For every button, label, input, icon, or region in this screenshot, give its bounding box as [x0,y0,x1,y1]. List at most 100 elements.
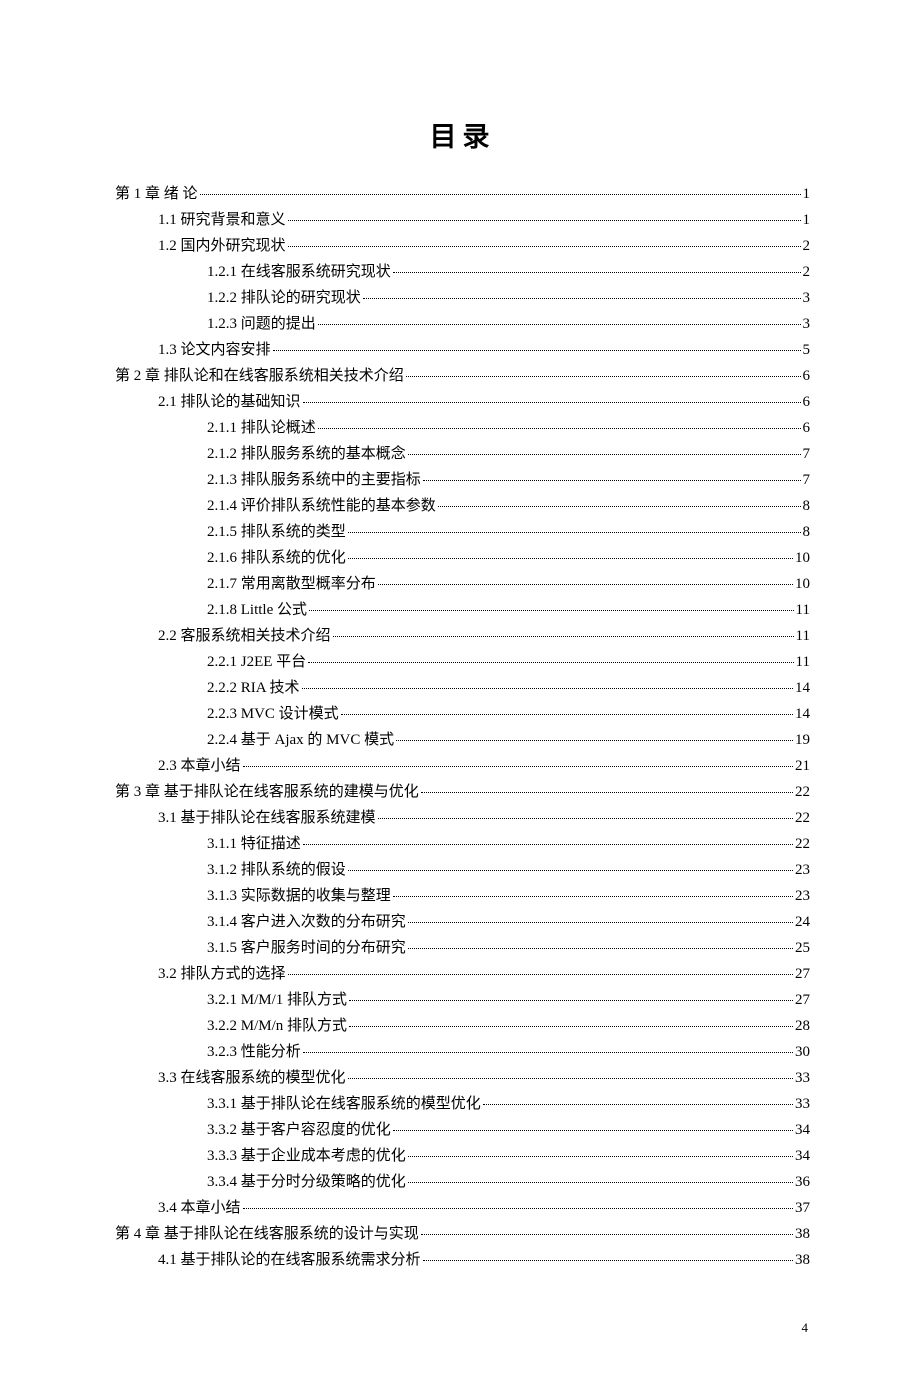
toc-entry-label: 第 4 章 基于排队论在线客服系统的设计与实现 [115,1222,419,1246]
toc-entry-label: 2.2.1 J2EE 平台 [207,650,306,674]
toc-entry-page: 38 [795,1222,810,1246]
toc-entry-label: 3.4 本章小结 [158,1196,241,1220]
toc-entry-page: 37 [795,1196,810,1220]
toc-entry: 3.3.4 基于分时分级策略的优化36 [207,1170,810,1194]
toc-entry: 第 1 章 绪 论 1 [115,182,810,206]
toc-entry-label: 2.1.7 常用离散型概率分布 [207,572,376,596]
toc-entry-label: 3.2.1 M/M/1 排队方式 [207,988,347,1012]
toc-entry-label: 2.2.2 RIA 技术 [207,676,300,700]
toc-dots [438,506,801,507]
page-number: 4 [115,1320,810,1336]
toc-page: 目录 第 1 章 绪 论11.1 研究背景和意义11.2 国内外研究现状21.2… [0,0,920,1396]
toc-dots [408,1156,793,1157]
toc-dots [303,1052,793,1053]
toc-entry: 1.1 研究背景和意义1 [158,208,810,232]
toc-entry-label: 第 2 章 排队论和在线客服系统相关技术介绍 [115,364,404,388]
toc-entry-page: 23 [795,884,810,908]
toc-entry-page: 36 [795,1170,810,1194]
toc-entry: 2.2.3 MVC 设计模式 14 [207,702,810,726]
toc-entry-label: 3.3 在线客服系统的模型优化 [158,1066,346,1090]
toc-entry: 1.3 论文内容安排 5 [158,338,810,362]
toc-entry: 2.3 本章小结21 [158,754,810,778]
toc-dots [378,818,793,819]
toc-entry-page: 38 [795,1248,810,1272]
toc-entry: 第 4 章 基于排队论在线客服系统的设计与实现 38 [115,1222,810,1246]
toc-dots [408,454,801,455]
toc-entry-label: 2.1.6 排队系统的优化 [207,546,346,570]
toc-dots [288,246,801,247]
toc-entry-page: 11 [796,624,810,648]
toc-entry-label: 1.2.3 问题的提出 [207,312,316,336]
toc-entry: 2.1.5 排队系统的类型8 [207,520,810,544]
toc-entry-page: 5 [803,338,811,362]
toc-entry-page: 14 [795,702,810,726]
toc-entry: 2.1.3 排队服务系统中的主要指标 7 [207,468,810,492]
toc-entry: 1.2 国内外研究现状2 [158,234,810,258]
toc-dots [318,324,801,325]
toc-entry-page: 21 [795,754,810,778]
toc-entry-page: 8 [803,494,811,518]
toc-entry-page: 28 [795,1014,810,1038]
toc-entry-page: 7 [803,442,811,466]
toc-dots [421,792,793,793]
toc-entry: 2.1.4 评价排队系统性能的基本参数8 [207,494,810,518]
toc-entry-page: 7 [803,468,811,492]
toc-dots [393,272,801,273]
toc-dots [302,688,793,689]
toc-entry-label: 3.1 基于排队论在线客服系统建模 [158,806,376,830]
toc-entry-label: 第 1 章 绪 论 [115,182,198,206]
toc-dots [423,480,801,481]
toc-entry: 3.1.4 客户进入次数的分布研究24 [207,910,810,934]
toc-dots [303,402,801,403]
toc-entry-label: 3.3.1 基于排队论在线客服系统的模型优化 [207,1092,481,1116]
toc-entry: 1.2.1 在线客服系统研究现状2 [207,260,810,284]
toc-entry: 3.3.3 基于企业成本考虑的优化34 [207,1144,810,1168]
toc-entry-label: 2.2 客服系统相关技术介绍 [158,624,331,648]
toc-entry-label: 3.3.3 基于企业成本考虑的优化 [207,1144,406,1168]
toc-entry-label: 第 3 章 基于排队论在线客服系统的建模与优化 [115,780,419,804]
toc-dots [406,376,801,377]
toc-dots [243,766,793,767]
toc-dots [288,220,801,221]
toc-entry-label: 2.2.4 基于 Ajax 的 MVC 模式 [207,728,394,752]
toc-entry-page: 2 [803,234,811,258]
toc-entry-page: 1 [803,208,811,232]
toc-entry: 第 2 章 排队论和在线客服系统相关技术介绍6 [115,364,810,388]
toc-entry-page: 1 [803,182,811,206]
toc-dots [333,636,794,637]
toc-entry-label: 3.2 排队方式的选择 [158,962,286,986]
toc-entry: 3.2.2 M/M/n 排队方式28 [207,1014,810,1038]
toc-entry: 2.2.2 RIA 技术 14 [207,676,810,700]
toc-entry: 3.3.2 基于客户容忍度的优化34 [207,1118,810,1142]
toc-entry: 3.2.3 性能分析30 [207,1040,810,1064]
toc-entry-label: 3.1.3 实际数据的收集与整理 [207,884,391,908]
toc-entry-label: 2.1.8 Little 公式 [207,598,307,622]
toc-entry-label: 3.3.2 基于客户容忍度的优化 [207,1118,391,1142]
toc-entry-page: 2 [803,260,811,284]
toc-dots [483,1104,793,1105]
toc-entry-label: 2.1.3 排队服务系统中的主要指标 [207,468,421,492]
toc-entry: 2.1 排队论的基础知识6 [158,390,810,414]
toc-entry-page: 8 [803,520,811,544]
toc-entry-label: 3.1.5 客户服务时间的分布研究 [207,936,406,960]
toc-dots [408,922,793,923]
toc-entry-label: 2.2.3 MVC 设计模式 [207,702,339,726]
toc-dots [349,1026,793,1027]
toc-dots [393,896,793,897]
toc-entry-page: 11 [796,650,810,674]
toc-entry-page: 3 [803,286,811,310]
toc-list: 第 1 章 绪 论 11.1 研究背景和意义11.2 国内外研究现状21.2.1 … [115,182,810,1272]
toc-dots [309,610,794,611]
toc-entry-page: 14 [795,676,810,700]
toc-entry-label: 4.1 基于排队论的在线客服系统需求分析 [158,1248,421,1272]
toc-entry-page: 23 [795,858,810,882]
toc-entry-page: 19 [795,728,810,752]
toc-entry: 2.1.8 Little 公式11 [207,598,810,622]
toc-entry: 3.4 本章小结 37 [158,1196,810,1220]
toc-dots [273,350,801,351]
toc-entry: 第 3 章 基于排队论在线客服系统的建模与优化22 [115,780,810,804]
toc-entry-page: 22 [795,832,810,856]
toc-entry: 2.1.1 排队论概述6 [207,416,810,440]
toc-entry: 3.3.1 基于排队论在线客服系统的模型优化33 [207,1092,810,1116]
toc-entry-label: 1.3 论文内容安排 [158,338,271,362]
